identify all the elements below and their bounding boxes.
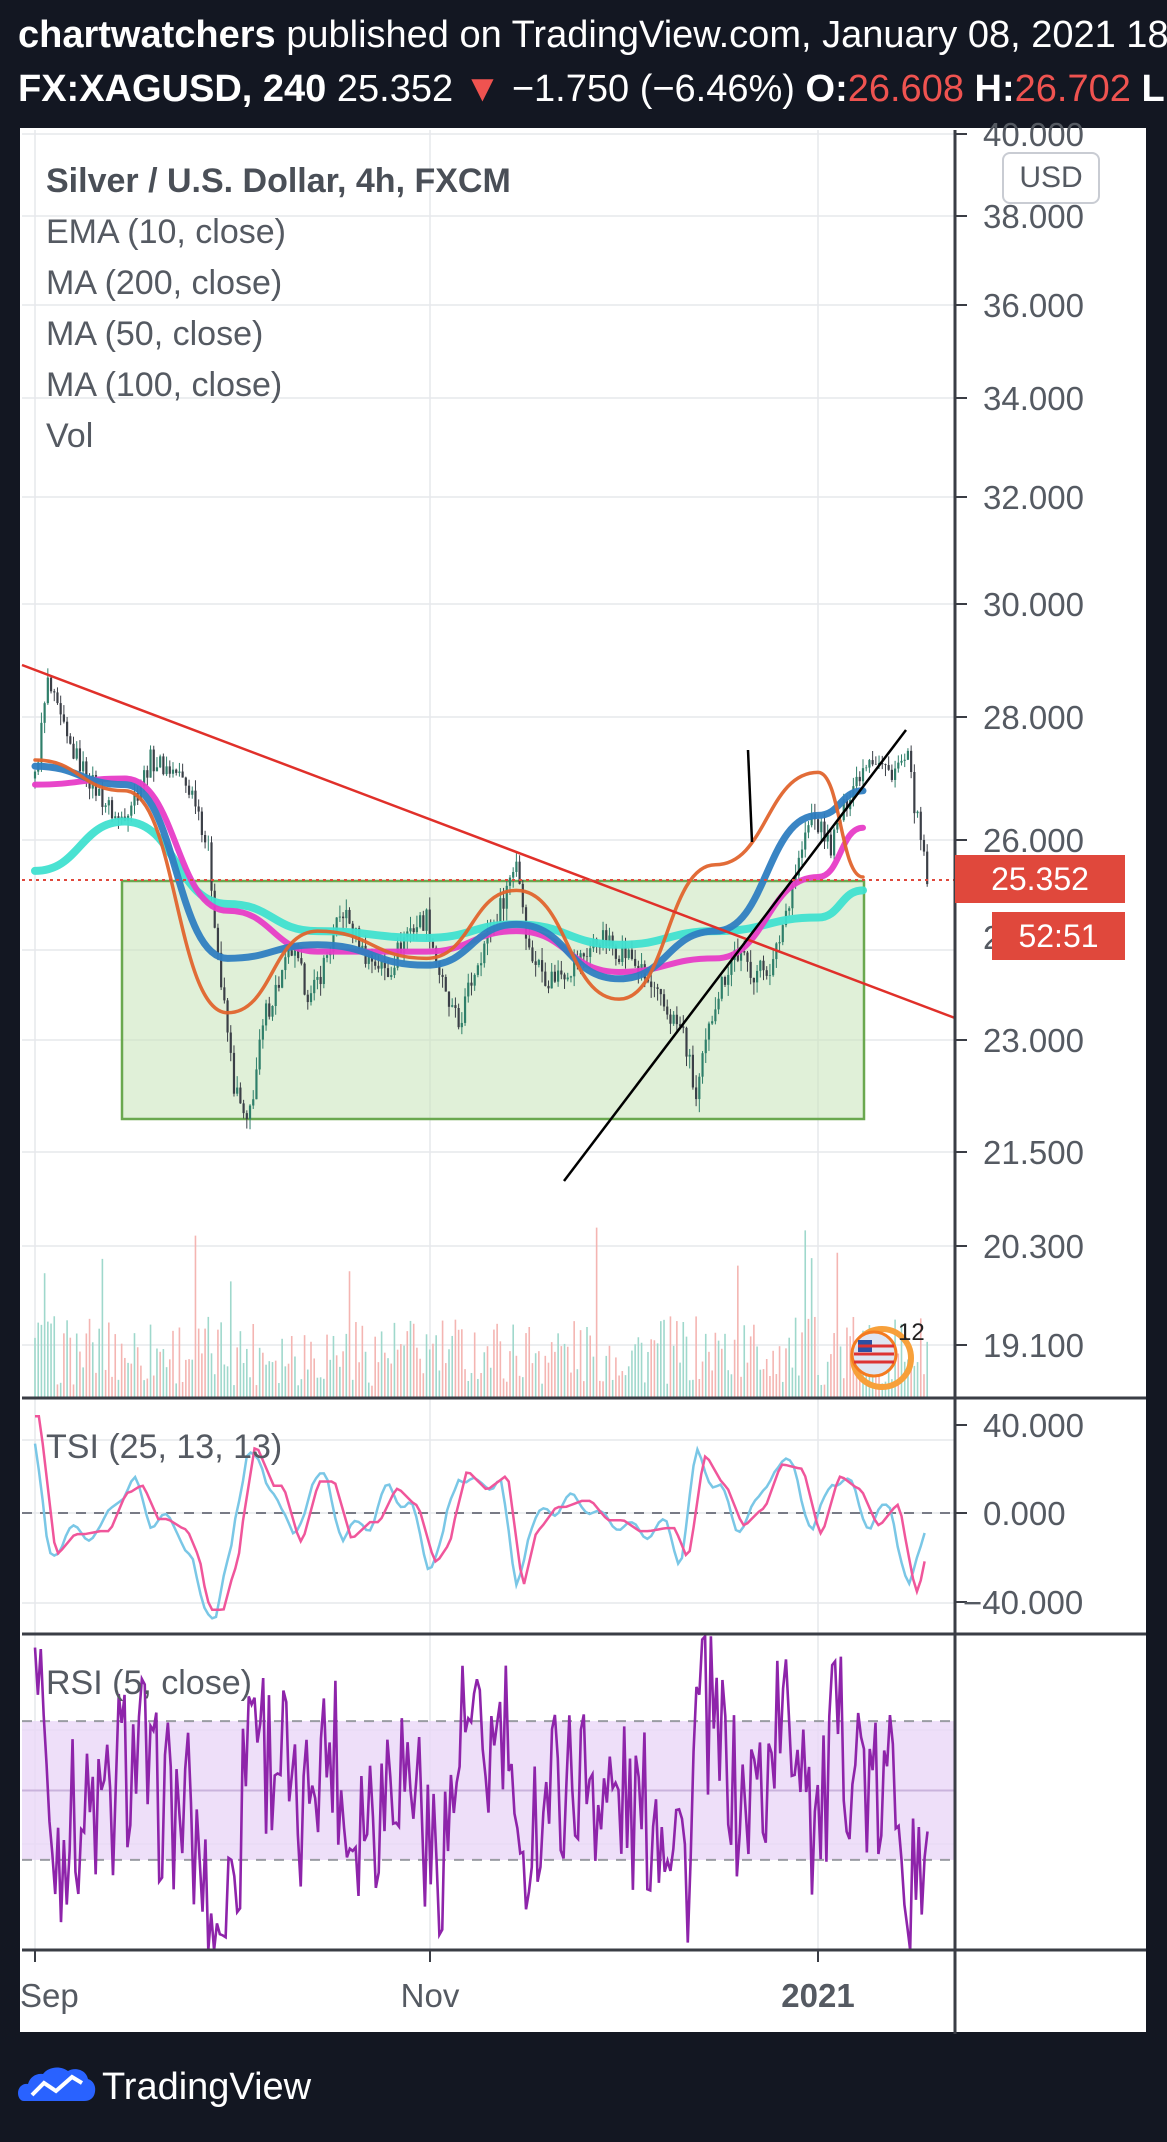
time-tick-label: 2021 [781, 1977, 854, 2014]
price-tick-label: 23.000 [983, 1022, 1084, 1059]
event-count: 12 [898, 1319, 925, 1346]
tsi-line [33, 1443, 926, 1620]
legend-ema-10[interactable]: EMA (10, close) [46, 207, 286, 257]
price-tick-label: 30.000 [983, 586, 1084, 623]
currency-button[interactable]: USD [1002, 152, 1100, 204]
legend-ma-100[interactable]: MA (100, close) [46, 360, 282, 410]
tsi-tick-label: −40.000 [963, 1584, 1083, 1621]
price-tick-label: 34.000 [983, 380, 1084, 417]
legend-title[interactable]: Silver / U.S. Dollar, 4h, FXCM [46, 156, 511, 206]
price-tick-label: 19.100 [983, 1327, 1084, 1364]
economic-event-icon[interactable]: 12 [836, 1318, 926, 1390]
marker-line[interactable] [746, 749, 754, 843]
legend-ma-200[interactable]: MA (200, close) [46, 258, 282, 308]
time-tick-label: Nov [401, 1977, 460, 2014]
price-tick-label: 40.000 [983, 116, 1084, 153]
tsi-tick-label: 0.000 [983, 1495, 1066, 1532]
time-axis[interactable]: Sep Nov 2021 [20, 1950, 855, 2014]
tsi-label[interactable]: TSI (25, 13, 13) [46, 1428, 282, 1467]
legend-volume[interactable]: Vol [46, 411, 93, 461]
tsi-tick-label: 40.000 [983, 1407, 1084, 1444]
bar-countdown-tag: 52:51 [992, 912, 1125, 960]
legend-ma-50[interactable]: MA (50, close) [46, 309, 263, 359]
rsi-label[interactable]: RSI (5, close) [46, 1664, 252, 1703]
price-tick-label: 32.000 [983, 479, 1084, 516]
tradingview-logo-icon[interactable] [18, 2063, 96, 2109]
price-tick-label: 28.000 [983, 699, 1084, 736]
volume-bars [34, 1227, 928, 1398]
price-tick-label: 21.500 [983, 1134, 1084, 1171]
tradingview-brand[interactable]: TradingView [102, 2064, 311, 2110]
price-tick-label: 26.000 [983, 822, 1084, 859]
price-tick-label: 36.000 [983, 287, 1084, 324]
last-price-tag: 25.352 [955, 855, 1125, 903]
price-tick-label: 20.300 [983, 1228, 1084, 1265]
time-tick-label: Sep [20, 1977, 79, 2014]
